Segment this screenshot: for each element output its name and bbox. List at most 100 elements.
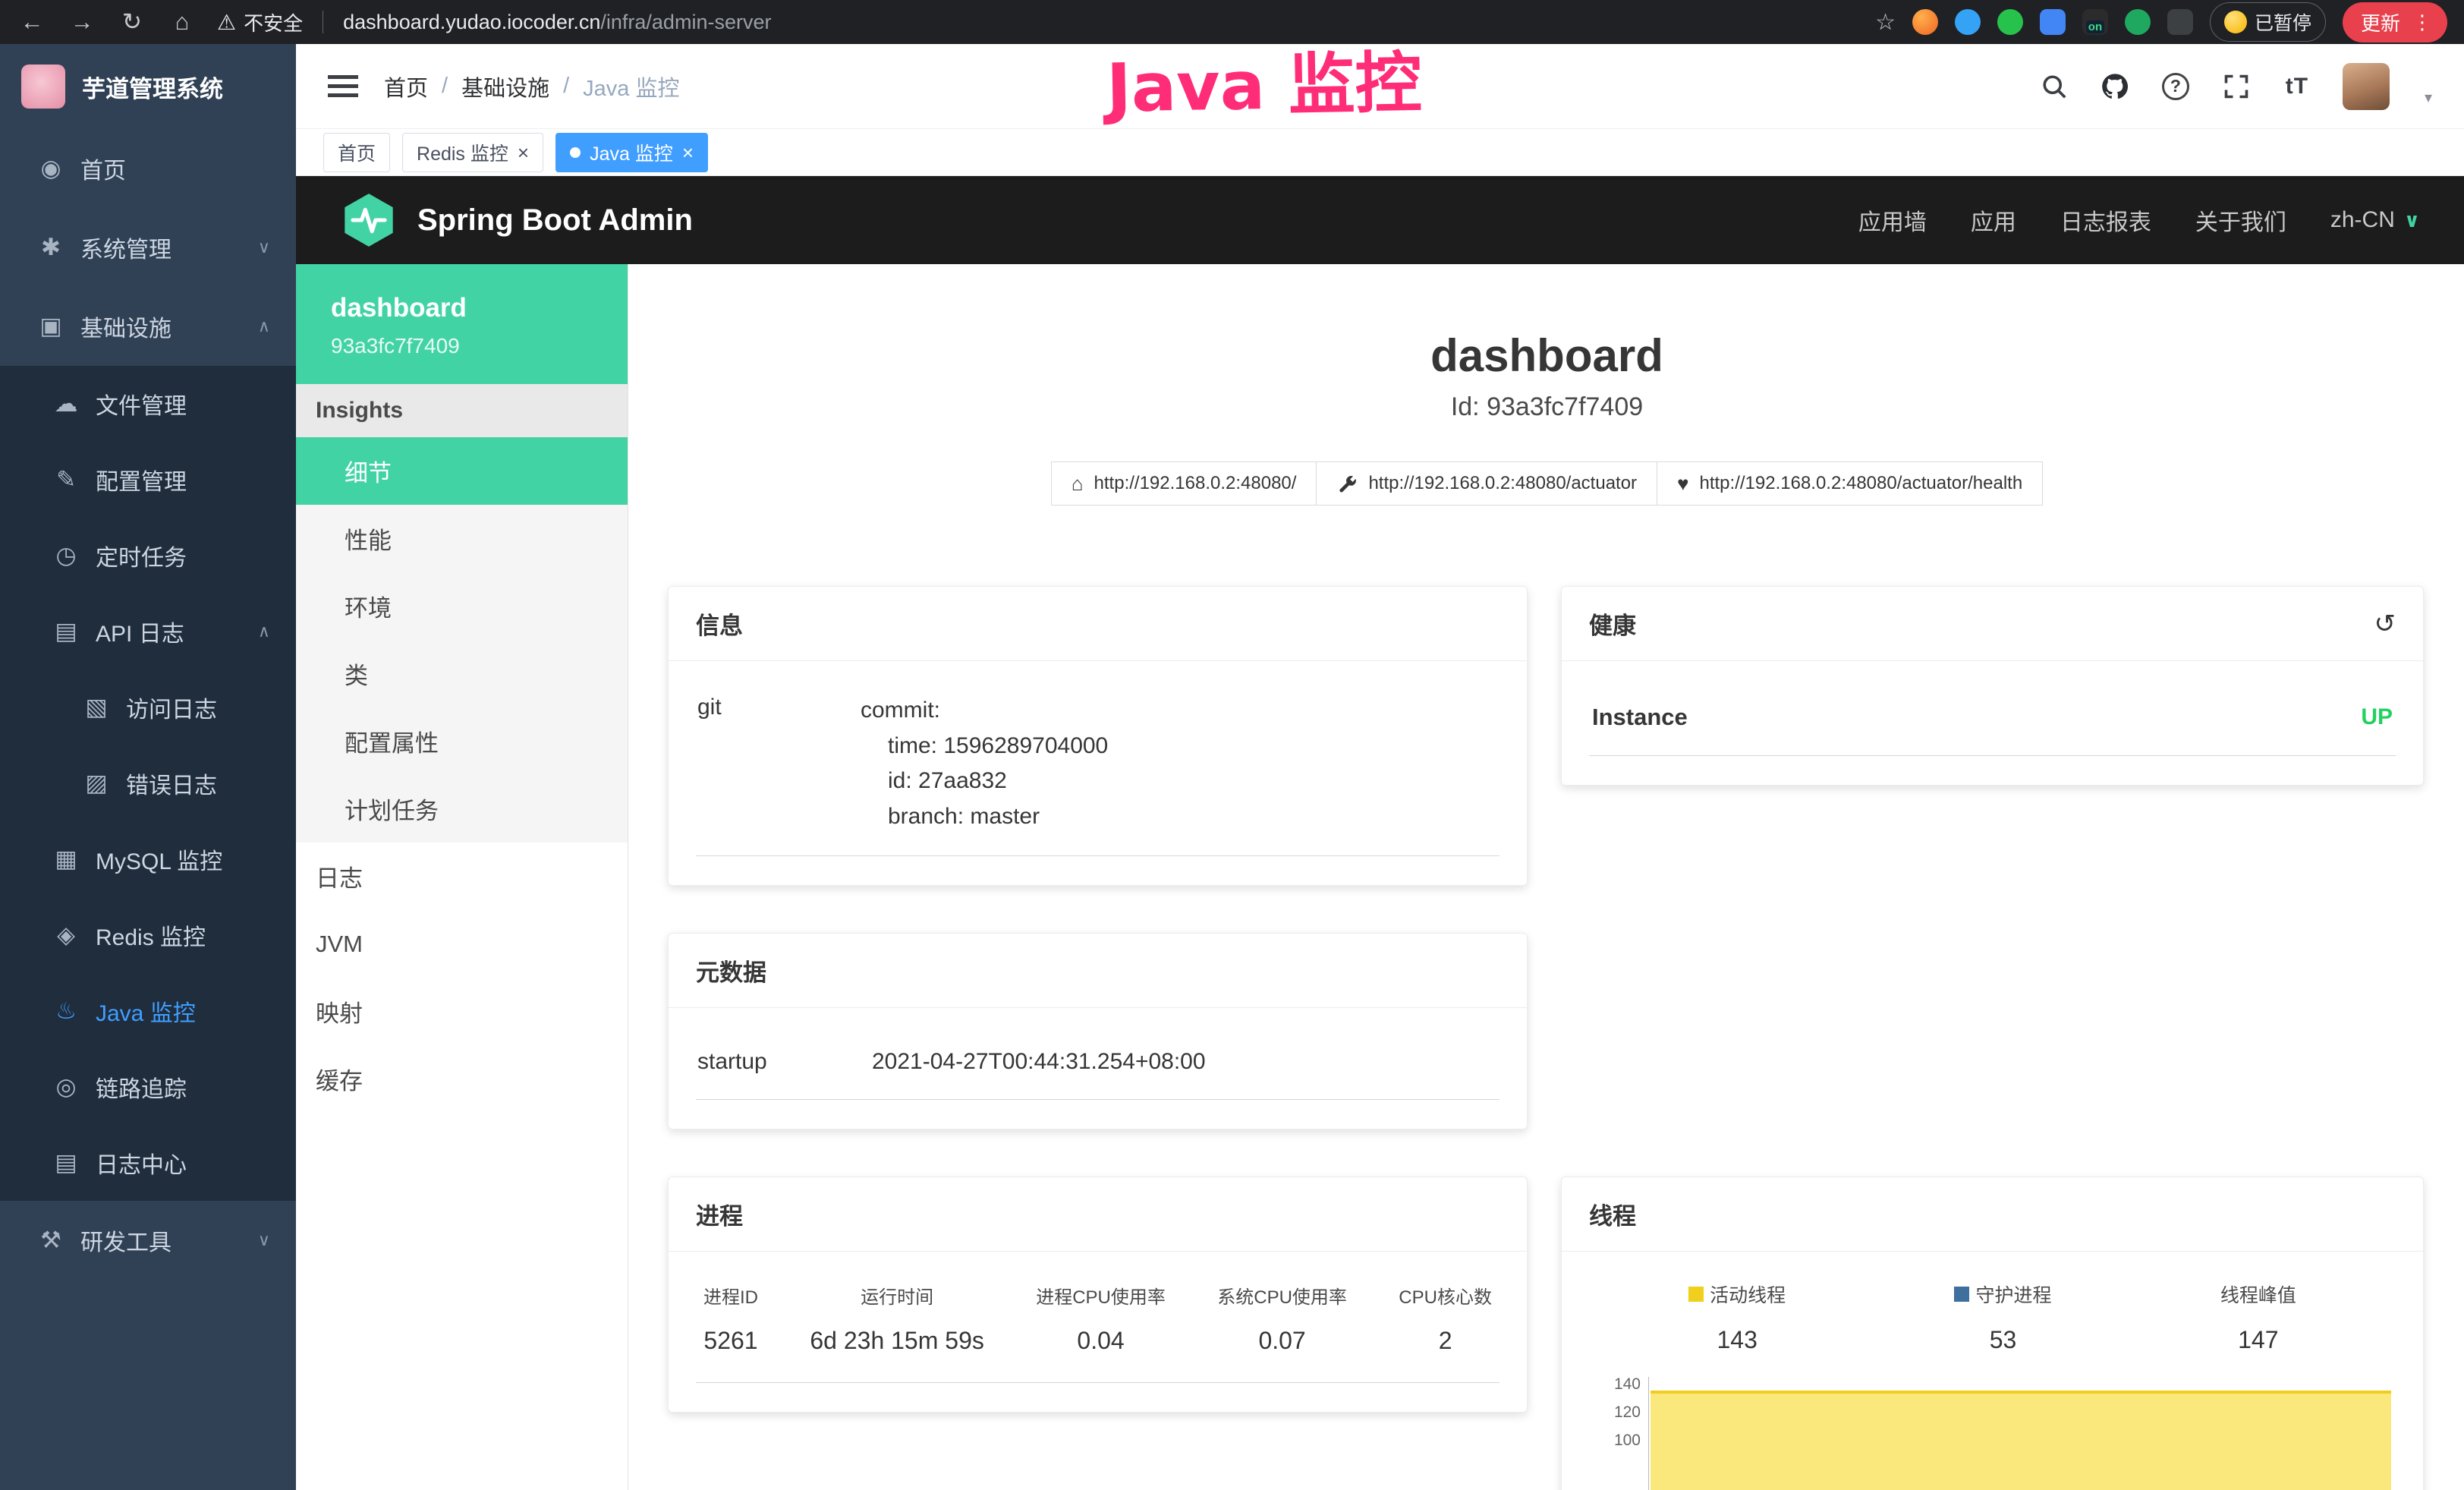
extension-icon[interactable] bbox=[2040, 9, 2066, 35]
card-title: 信息 bbox=[696, 606, 743, 641]
sidebar-item-infrastructure[interactable]: ▣ 基础设施 ∧ bbox=[0, 287, 296, 366]
breadcrumb-infrastructure[interactable]: 基础设施 bbox=[461, 71, 549, 102]
sidebar-item-log-center[interactable]: ▤ 日志中心 bbox=[0, 1125, 296, 1201]
browser-home-icon[interactable]: ⌂ bbox=[167, 8, 197, 36]
sba-nav-wall[interactable]: 应用墙 bbox=[1858, 203, 1927, 237]
reload-icon[interactable]: ↻ bbox=[117, 8, 147, 36]
help-icon[interactable]: ? bbox=[2160, 71, 2191, 102]
sba-item-caches[interactable]: 缓存 bbox=[296, 1045, 628, 1113]
close-icon[interactable]: × bbox=[682, 143, 694, 162]
sba-nav: 应用墙 应用 日志报表 关于我们 zh-CN ∨ bbox=[1858, 203, 2420, 237]
warning-icon: ⚠ bbox=[217, 10, 236, 35]
spring-boot-admin-frame: Spring Boot Admin 应用墙 应用 日志报表 关于我们 zh-CN… bbox=[296, 176, 2464, 1490]
github-icon[interactable] bbox=[2100, 71, 2130, 102]
sba-header: Spring Boot Admin 应用墙 应用 日志报表 关于我们 zh-CN… bbox=[296, 176, 2464, 264]
sba-item-environment[interactable]: 环境 bbox=[296, 572, 628, 640]
sba-item-logs[interactable]: 日志 bbox=[296, 843, 628, 910]
legend-daemon-threads: 守护进程 53 bbox=[1954, 1281, 2051, 1354]
tab-java-monitor[interactable]: Java 监控 × bbox=[555, 133, 708, 172]
sba-item-scheduled-tasks[interactable]: 计划任务 bbox=[296, 775, 628, 843]
breadcrumb: 首页 / 基础设施 / Java 监控 bbox=[384, 71, 679, 102]
stat-cpu-cores: CPU核心数 2 bbox=[1399, 1282, 1492, 1355]
address-bar[interactable]: dashboard.yudao.iocoder.cn/infra/admin-s… bbox=[343, 11, 771, 34]
sidebar-item-redis-monitor[interactable]: ◈ Redis 监控 bbox=[0, 897, 296, 973]
sidebar-item-system[interactable]: ✱ 系统管理 ∨ bbox=[0, 208, 296, 287]
fullscreen-icon[interactable] bbox=[2221, 71, 2252, 102]
history-icon[interactable]: ↺ bbox=[2374, 609, 2396, 639]
sidebar-item-error-log[interactable]: ▨ 错误日志 bbox=[0, 745, 296, 821]
font-size-icon[interactable]: tT bbox=[2282, 71, 2312, 102]
breadcrumb-home[interactable]: 首页 bbox=[384, 71, 428, 102]
sba-item-classes[interactable]: 类 bbox=[296, 640, 628, 707]
sba-nav-journal[interactable]: 日志报表 bbox=[2060, 203, 2151, 237]
sidebar-item-trace[interactable]: ◎ 链路追踪 bbox=[0, 1049, 296, 1125]
sidebar-item-mysql-monitor[interactable]: ▦ MySQL 监控 bbox=[0, 821, 296, 897]
chart-plot-area bbox=[1648, 1377, 2396, 1490]
sba-instance-block[interactable]: dashboard 93a3fc7f7409 bbox=[296, 264, 628, 384]
close-icon[interactable]: × bbox=[518, 143, 529, 162]
extension-icon[interactable]: on bbox=[2082, 9, 2108, 35]
url-path: /infra/admin-server bbox=[600, 11, 771, 33]
browser-menu-icon[interactable]: ⋮ bbox=[2412, 11, 2432, 34]
git-commit-time: time: 1596289704000 bbox=[861, 729, 1498, 764]
smiley-icon bbox=[2224, 11, 2247, 33]
tab-home[interactable]: 首页 bbox=[323, 133, 390, 172]
health-card: 健康 ↺ Instance UP bbox=[1561, 586, 2424, 786]
search-icon[interactable] bbox=[2039, 71, 2069, 102]
breadcrumb-current: Java 监控 bbox=[583, 71, 679, 102]
sidebar-item-home[interactable]: ◉ 首页 bbox=[0, 129, 296, 208]
sba-item-config-props[interactable]: 配置属性 bbox=[296, 707, 628, 775]
document-icon: ▤ bbox=[49, 618, 83, 645]
sba-nav-applications[interactable]: 应用 bbox=[1971, 203, 2016, 237]
user-avatar[interactable] bbox=[2343, 63, 2390, 110]
cloud-icon: ☁ bbox=[49, 390, 83, 417]
forward-icon[interactable]: → bbox=[67, 8, 97, 36]
info-row-git: git commit: time: 1596289704000 id: 27aa… bbox=[696, 682, 1499, 856]
extension-icon[interactable] bbox=[1997, 9, 2023, 35]
tab-redis-monitor[interactable]: Redis 监控 × bbox=[402, 133, 543, 172]
sba-item-mappings[interactable]: 映射 bbox=[296, 978, 628, 1045]
health-status-badge: UP bbox=[2361, 704, 2393, 730]
security-warning[interactable]: ⚠ 不安全 bbox=[217, 8, 303, 36]
back-icon[interactable]: ← bbox=[17, 8, 47, 36]
chevron-down-icon: ∨ bbox=[258, 1230, 270, 1250]
extension-icon[interactable] bbox=[1912, 9, 1938, 35]
extensions-puzzle-icon[interactable] bbox=[2167, 9, 2193, 35]
health-url-button[interactable]: ♥ http://192.168.0.2:48080/actuator/heal… bbox=[1657, 461, 2043, 506]
sidebar-item-scheduled-tasks[interactable]: ◷ 定时任务 bbox=[0, 518, 296, 594]
sba-item-metrics[interactable]: 性能 bbox=[296, 505, 628, 572]
bookmark-star-icon[interactable]: ☆ bbox=[1875, 9, 1896, 36]
actuator-url-button[interactable]: http://192.168.0.2:48080/actuator bbox=[1316, 461, 1657, 506]
sidebar-item-java-monitor[interactable]: ♨ Java 监控 bbox=[0, 973, 296, 1049]
sidebar-item-file-manager[interactable]: ☁ 文件管理 bbox=[0, 366, 296, 442]
sidebar-item-label: Java 监控 bbox=[96, 994, 196, 1028]
instance-url-button[interactable]: ⌂ http://192.168.0.2:48080/ bbox=[1051, 461, 1317, 506]
breadcrumb-separator: / bbox=[442, 74, 448, 99]
sidebar-item-label: 错误日志 bbox=[126, 767, 217, 800]
sidebar-item-label: 系统管理 bbox=[80, 231, 172, 264]
paused-badge[interactable]: 已暂停 bbox=[2210, 2, 2326, 42]
redis-icon: ◈ bbox=[49, 921, 83, 949]
extension-icon[interactable] bbox=[1955, 9, 1981, 35]
sba-nav-about[interactable]: 关于我们 bbox=[2195, 203, 2286, 237]
sidebar-item-api-log[interactable]: ▤ API 日志 ∧ bbox=[0, 594, 296, 669]
extension-icon[interactable] bbox=[2125, 9, 2151, 35]
collapse-sidebar-icon[interactable] bbox=[328, 74, 358, 99]
caret-down-icon: ▾ bbox=[2425, 88, 2432, 107]
metadata-row-startup: startup 2021-04-27T00:44:31.254+08:00 bbox=[696, 1029, 1499, 1100]
sba-item-jvm[interactable]: JVM bbox=[296, 910, 628, 978]
edit-icon: ✎ bbox=[49, 466, 83, 493]
app-logo-row: 芋道管理系统 bbox=[0, 44, 296, 129]
process-stats-row: 进程ID 5261 运行时间 6d 23h 15m 59s 进程CPU使用率 0… bbox=[696, 1273, 1499, 1383]
dashboard-icon: ◉ bbox=[33, 155, 68, 182]
sidebar-item-dev-tools[interactable]: ⚒ 研发工具 ∨ bbox=[0, 1201, 296, 1280]
chevron-up-icon: ∧ bbox=[258, 622, 270, 641]
sidebar-item-config-manager[interactable]: ✎ 配置管理 bbox=[0, 442, 296, 518]
update-button[interactable]: 更新 ⋮ bbox=[2343, 2, 2447, 43]
sidebar-item-access-log[interactable]: ▧ 访问日志 bbox=[0, 669, 296, 745]
sba-item-details[interactable]: 细节 bbox=[296, 437, 628, 505]
sidebar-item-label: Redis 监控 bbox=[96, 918, 206, 952]
process-card: 进程 进程ID 5261 运行时间 6d 23h 15m 59s bbox=[668, 1177, 1528, 1413]
sba-language-select[interactable]: zh-CN ∨ bbox=[2330, 207, 2420, 233]
app-logo-avatar bbox=[21, 65, 65, 109]
